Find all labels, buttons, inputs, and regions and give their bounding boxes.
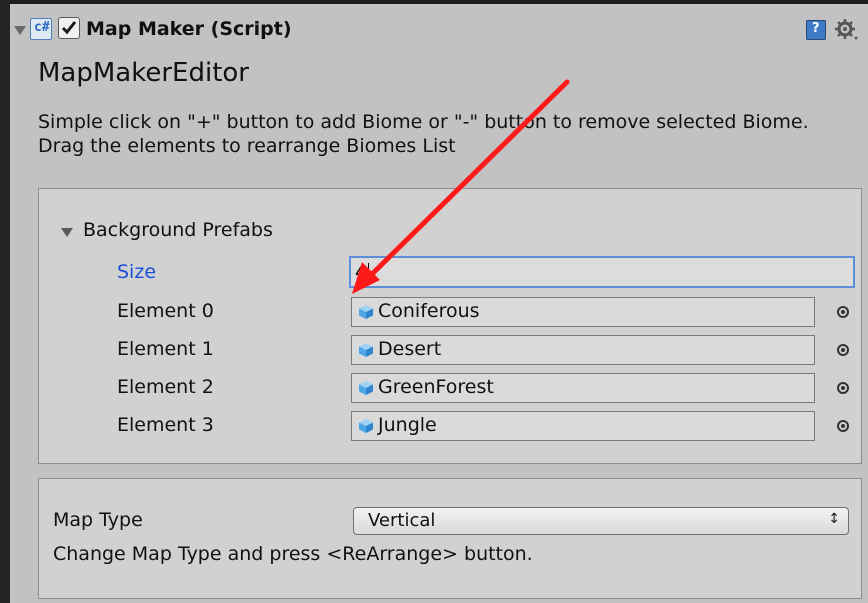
prefab-cube-icon (359, 381, 373, 395)
element-3-value: Jungle (378, 414, 437, 436)
element-3-object-field[interactable]: Jungle (351, 411, 815, 441)
background-prefabs-foldout-arrow-icon[interactable] (61, 228, 73, 237)
object-picker-icon[interactable] (837, 344, 849, 356)
checkmark-icon (61, 21, 77, 35)
element-0-label: Element 0 (117, 300, 214, 322)
map-type-selected: Vertical (368, 510, 436, 531)
csharp-script-icon: c# (30, 18, 52, 40)
component-title: Map Maker (Script) (86, 18, 292, 40)
object-picker-icon[interactable] (837, 306, 849, 318)
component-enabled-checkbox[interactable] (58, 17, 80, 39)
help-icon[interactable]: ? (806, 20, 826, 40)
size-label: Size (117, 261, 157, 283)
map-type-help-text: Change Map Type and press <ReArrange> bu… (53, 543, 533, 565)
window-left-edge (0, 0, 10, 603)
object-picker-icon[interactable] (837, 382, 849, 394)
size-input[interactable]: 4 (349, 256, 855, 288)
element-3-label: Element 3 (117, 414, 214, 436)
element-2-value: GreenForest (378, 376, 494, 398)
element-1-value: Desert (378, 338, 442, 360)
background-prefabs-foldout-label[interactable]: Background Prefabs (83, 219, 273, 241)
editor-description: Simple click on "+" button to add Biome … (38, 111, 809, 157)
component-header[interactable]: c# Map Maker (Script) ? (10, 14, 868, 50)
element-2-object-field[interactable]: GreenForest (351, 373, 815, 403)
prefab-cube-icon (359, 419, 373, 433)
map-type-dropdown[interactable]: Vertical ↕ (353, 507, 849, 535)
script-icon-glyph: c# (34, 20, 50, 35)
gear-icon[interactable] (834, 18, 860, 44)
dropdown-updown-icon: ↕ (828, 511, 840, 527)
text-caret (368, 262, 370, 283)
inspector-panel: c# Map Maker (Script) ? MapMakerEditor S… (10, 4, 868, 603)
element-2-label: Element 2 (117, 376, 214, 398)
object-picker-icon[interactable] (837, 420, 849, 432)
prefab-cube-icon (359, 343, 373, 357)
element-1-object-field[interactable]: Desert (351, 335, 815, 365)
prefab-cube-icon (359, 305, 373, 319)
editor-name-label: MapMakerEditor (38, 58, 249, 88)
map-type-label: Map Type (53, 509, 143, 531)
map-type-box: Map Type Vertical ↕ Change Map Type and … (38, 478, 862, 599)
background-prefabs-box: Background Prefabs Size 4 Element 0 Coni… (38, 188, 862, 464)
element-0-value: Coniferous (378, 300, 480, 322)
element-0-object-field[interactable]: Coniferous (351, 297, 815, 327)
element-1-label: Element 1 (117, 338, 214, 360)
component-foldout-arrow-icon[interactable] (14, 26, 26, 35)
size-value: 4 (355, 261, 368, 283)
